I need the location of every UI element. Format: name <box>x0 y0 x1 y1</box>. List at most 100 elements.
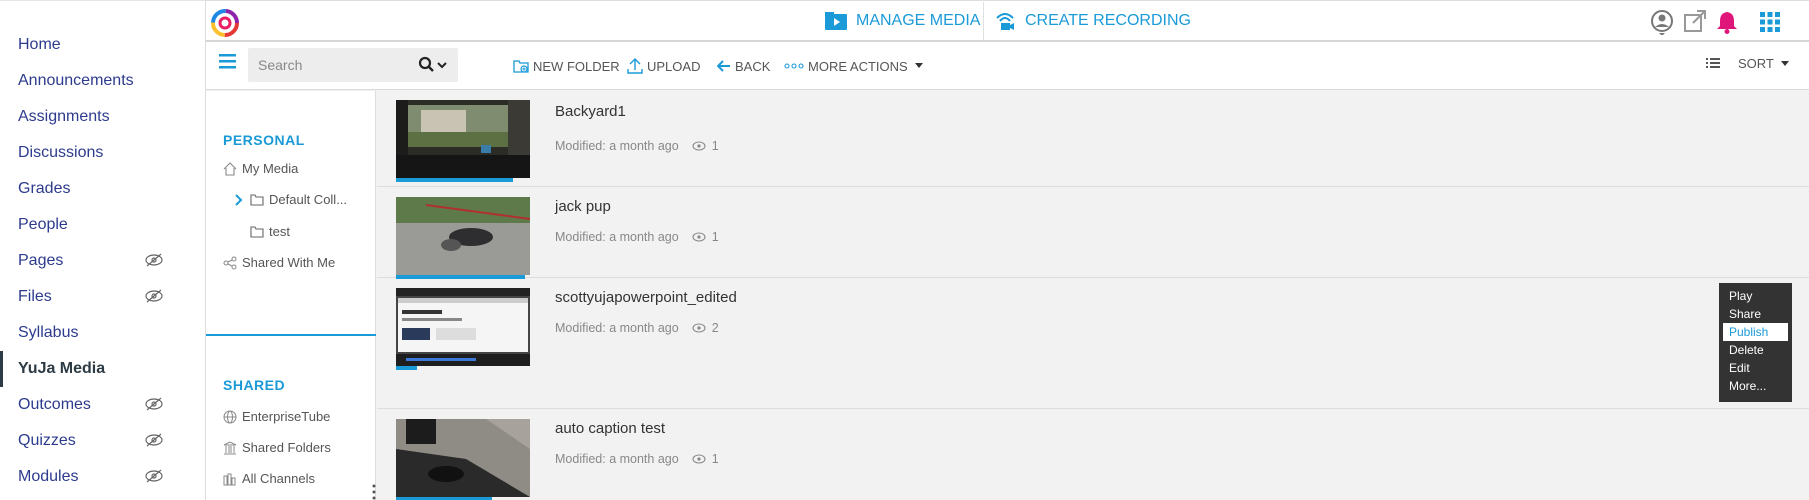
folder-shared-folders[interactable]: Shared Folders <box>223 440 331 455</box>
nav-label: Home <box>18 36 61 53</box>
sort-label: SORT <box>1738 56 1774 71</box>
video-thumbnail[interactable] <box>396 100 530 178</box>
media-row[interactable]: scottyujapowerpoint_edited Modified: a m… <box>377 279 1809 409</box>
folder-my-media[interactable]: My Media <box>223 161 298 176</box>
media-meta: Modified: a month ago 1 <box>555 452 719 466</box>
media-toolbar: NEW FOLDER UPLOAD BACK MORE ACTIONS SORT <box>206 42 1809 90</box>
nav-home[interactable]: Home <box>0 27 205 63</box>
list-view-icon[interactable] <box>1706 57 1720 69</box>
folder-label: All Channels <box>242 471 315 486</box>
video-thumbnail[interactable] <box>396 419 530 497</box>
nav-people[interactable]: People <box>0 207 205 243</box>
more-dots-icon <box>784 63 804 69</box>
folder-all-channels[interactable]: All Channels <box>223 471 315 486</box>
folder-label: test <box>269 224 290 239</box>
folder-test[interactable]: test <box>250 224 290 239</box>
watch-progress-bar <box>396 178 513 182</box>
menu-item-play[interactable]: Play <box>1719 287 1792 305</box>
caret-down-icon <box>1780 60 1789 66</box>
external-link-icon[interactable] <box>1682 9 1708 35</box>
nav-label: Files <box>18 288 52 305</box>
media-folder-icon <box>825 12 847 30</box>
hidden-eye-icon <box>145 253 163 267</box>
nav-label: YuJa Media <box>18 360 106 377</box>
user-profile-icon[interactable] <box>1649 9 1675 35</box>
nav-grades[interactable]: Grades <box>0 171 205 207</box>
nav-assignments[interactable]: Assignments <box>0 99 205 135</box>
broadcast-icon <box>996 13 1014 30</box>
video-thumbnail[interactable] <box>396 197 530 275</box>
more-actions-label: MORE ACTIONS <box>808 58 908 74</box>
nav-label: Announcements <box>18 72 134 89</box>
media-row[interactable]: Backyard1 Modified: a month ago 1 <box>377 91 1809 187</box>
media-title[interactable]: auto caption test <box>555 420 665 437</box>
media-meta: Modified: a month ago 1 <box>555 139 719 153</box>
media-row[interactable]: jack pup Modified: a month ago 1 <box>377 188 1809 279</box>
globe-icon <box>223 410 237 423</box>
media-title[interactable]: Backyard1 <box>555 103 626 120</box>
modified-text: Modified: a month ago <box>555 321 679 335</box>
search-box <box>248 48 458 82</box>
back-label: BACK <box>735 58 771 74</box>
hidden-eye-icon <box>145 397 163 411</box>
back-button[interactable]: BACK <box>717 56 770 76</box>
hidden-eye-icon <box>145 469 163 483</box>
create-recording-label: CREATE RECORDING <box>1025 12 1191 29</box>
yuja-media-frame: MANAGE MEDIA CREATE RECORDING NEW FOLDER… <box>205 0 1809 500</box>
notification-bell-icon[interactable] <box>1714 9 1740 35</box>
new-folder-label: NEW FOLDER <box>533 58 620 74</box>
nav-syllabus[interactable]: Syllabus <box>0 315 205 351</box>
modified-text: Modified: a month ago <box>555 139 679 153</box>
folder-shared-with-me[interactable]: Shared With Me <box>223 255 335 270</box>
media-row[interactable]: auto caption test Modified: a month ago … <box>377 410 1809 500</box>
nav-outcomes[interactable]: Outcomes <box>0 387 205 423</box>
menu-item-more[interactable]: More... <box>1719 377 1792 395</box>
section-divider <box>206 334 376 336</box>
menu-item-delete[interactable]: Delete <box>1719 341 1792 359</box>
more-actions-button[interactable]: MORE ACTIONS <box>784 56 928 76</box>
media-context-menu: Play Share Publish Delete Edit More... <box>1719 283 1792 402</box>
nav-label: People <box>18 216 68 233</box>
panel-resize-handle-icon[interactable] <box>372 484 376 500</box>
search-icon[interactable] <box>418 56 450 74</box>
nav-files[interactable]: Files <box>0 279 205 315</box>
nav-announcements[interactable]: Announcements <box>0 63 205 99</box>
hamburger-menu-icon[interactable] <box>218 52 238 70</box>
folder-icon <box>250 193 264 206</box>
sort-button[interactable]: SORT <box>1738 56 1790 71</box>
view-count: 1 <box>711 230 719 244</box>
folder-label: Shared With Me <box>242 255 336 270</box>
watch-progress-bar <box>396 366 417 370</box>
apps-grid-icon[interactable] <box>1757 9 1783 35</box>
menu-item-share[interactable]: Share <box>1719 305 1792 323</box>
folder-default-collection[interactable]: Default Coll... <box>234 192 347 207</box>
manage-media-button[interactable]: MANAGE MEDIA <box>824 9 980 33</box>
nav-pages[interactable]: Pages <box>0 243 205 279</box>
yuja-logo[interactable] <box>210 8 240 38</box>
nav-yuja-media[interactable]: YuJa Media <box>0 351 205 387</box>
media-title[interactable]: scottyujapowerpoint_edited <box>555 289 737 306</box>
nav-discussions[interactable]: Discussions <box>0 135 205 171</box>
media-title[interactable]: jack pup <box>555 198 611 215</box>
nav-modules[interactable]: Modules <box>0 459 205 495</box>
views-eye-icon <box>692 323 706 333</box>
view-count: 1 <box>711 452 719 466</box>
folder-label: Shared Folders <box>242 440 331 455</box>
folder-label: My Media <box>242 161 299 176</box>
nav-label: Quizzes <box>18 432 76 449</box>
create-recording-button[interactable]: CREATE RECORDING <box>993 9 1191 33</box>
hidden-eye-icon <box>145 289 163 303</box>
new-folder-button[interactable]: NEW FOLDER <box>513 56 620 76</box>
upload-button[interactable]: UPLOAD <box>627 56 700 76</box>
upload-icon <box>627 58 643 74</box>
nav-quizzes[interactable]: Quizzes <box>0 423 205 459</box>
menu-item-edit[interactable]: Edit <box>1719 359 1792 377</box>
modified-text: Modified: a month ago <box>555 452 679 466</box>
video-thumbnail[interactable] <box>396 288 530 366</box>
folder-enterprise-tube[interactable]: EnterpriseTube <box>223 409 330 424</box>
caret-down-icon <box>914 63 923 68</box>
menu-item-publish[interactable]: Publish <box>1723 323 1788 341</box>
search-input[interactable] <box>248 57 408 73</box>
views-eye-icon <box>692 454 706 464</box>
nav-label: Grades <box>18 180 71 197</box>
